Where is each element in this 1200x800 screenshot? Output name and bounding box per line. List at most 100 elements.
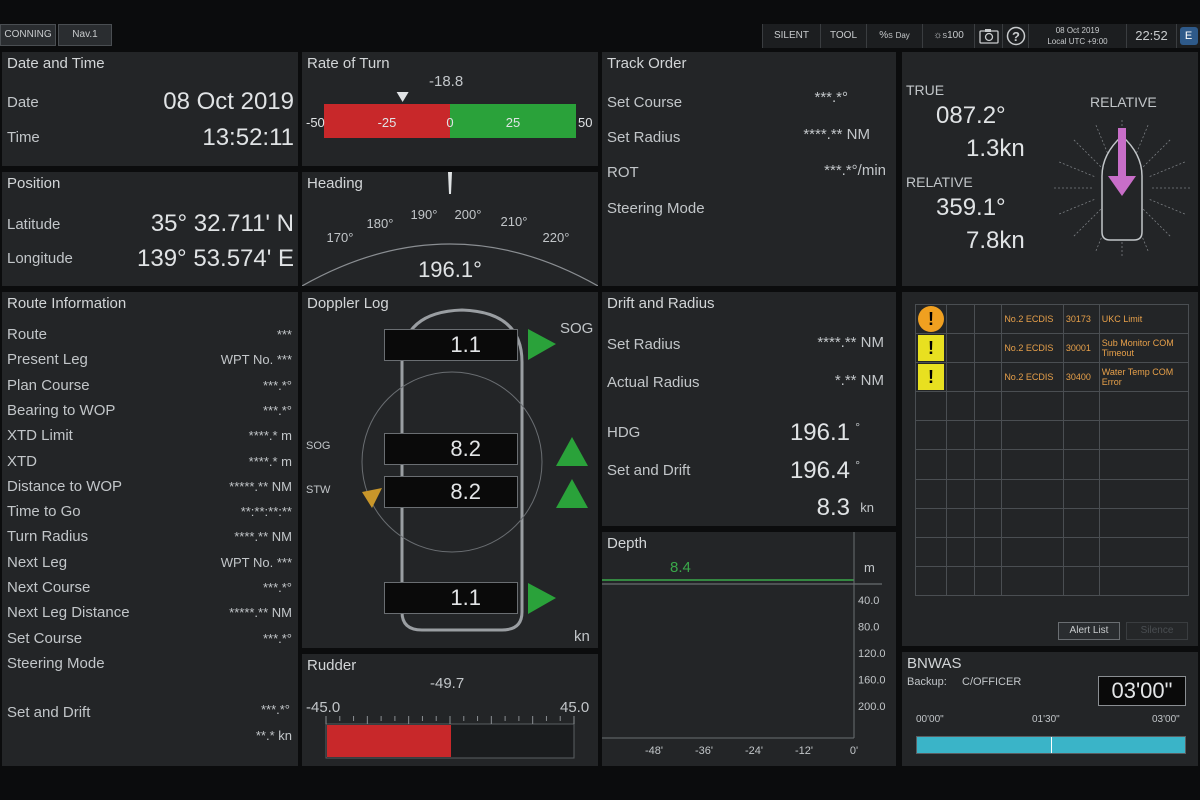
- silence-button[interactable]: Silence: [1126, 622, 1188, 640]
- rot-gauge: -50 50 -25 0 25: [306, 92, 592, 138]
- drift-radius-panel: Drift and Radius Set Radius ****.** NM A…: [602, 292, 896, 526]
- alert-cell: [915, 507, 947, 538]
- bnwas-midline: [1051, 737, 1052, 753]
- sog-value: 8.2: [384, 433, 518, 465]
- backup-label: Backup:: [907, 676, 947, 688]
- route-info-label: Distance to WOP: [7, 477, 123, 495]
- track-label: Set Course: [607, 94, 683, 111]
- time-value: 13:52:11: [202, 124, 294, 151]
- alert-row[interactable]: ! No.2 ECDIS 30001 Sub Monitor COM Timeout: [915, 333, 1190, 364]
- alert-cell: [1098, 507, 1190, 538]
- stw-arrow-up-icon: [556, 479, 588, 508]
- wind-ray: [1073, 139, 1102, 168]
- alert-cell: [973, 333, 1003, 364]
- hdg-unit: °: [855, 420, 860, 434]
- depth-chart: 40.0 80.0 120.0 160.0 200.0 -48' -36' -24' -12'…: [602, 532, 886, 757]
- route-info-label: Steering Mode: [7, 654, 105, 672]
- alert-row[interactable]: [915, 536, 1190, 567]
- depth-y-tick: 120.0: [858, 648, 886, 660]
- alert-cell: [915, 420, 947, 451]
- bnwas-panel: BNWAS Backup: C/OFFICER 03'00" 00'00" 01…: [902, 652, 1198, 766]
- alert-row[interactable]: [915, 391, 1190, 422]
- true-label: TRUE: [906, 82, 945, 98]
- alert-message: UKC Limit: [1098, 303, 1190, 335]
- wind-ray: [1059, 161, 1095, 177]
- sog-side-label: SOG: [306, 440, 331, 452]
- date-label: Date: [7, 94, 39, 111]
- set-drift-dir: ***.*°: [260, 702, 290, 717]
- alert-cell: [915, 478, 947, 509]
- alert-cell: [1001, 420, 1064, 451]
- position-panel: Position Latitude 35° 32.711' N Longitud…: [2, 172, 298, 286]
- alert-code: 30400: [1062, 362, 1100, 393]
- day-night-button[interactable]: %S Day: [866, 24, 922, 48]
- alert-row[interactable]: [915, 449, 1190, 480]
- route-info-label: Plan Course: [7, 376, 90, 394]
- bnwas-scale-start: 00'00": [916, 714, 944, 725]
- heading-panel: Heading 170° 180° 190° 200° 210° 220° 19…: [302, 172, 598, 286]
- stw-value: 8.2: [384, 476, 518, 508]
- set-drift-value: 196.4: [789, 457, 850, 484]
- heading-dial: 170° 180° 190° 200° 210° 220° 196.1°: [302, 172, 598, 286]
- true-speed: 1.3kn: [966, 135, 1025, 162]
- help-button[interactable]: ?: [1002, 24, 1028, 48]
- longitude-value: 139° 53.574' E: [137, 245, 294, 272]
- route-info-value: WPT No. ***: [220, 554, 292, 570]
- alert-row[interactable]: [915, 565, 1190, 597]
- alert-cell: [973, 565, 1003, 597]
- track-label: Set Radius: [607, 129, 681, 146]
- alert-cell: [973, 420, 1003, 451]
- panel-title: BNWAS: [907, 655, 962, 672]
- wind-ray: [1142, 139, 1171, 168]
- route-info-label: Bearing to WOP: [7, 401, 116, 419]
- tab-nav1[interactable]: Nav.1: [58, 24, 112, 46]
- relative-panel: TRUE 087.2° 1.3kn RELATIVE 359.1° 7.8kn …: [902, 52, 1198, 286]
- alert-row[interactable]: [915, 478, 1190, 509]
- alert-row[interactable]: ! No.2 ECDIS 30173 UKC Limit: [915, 303, 1190, 335]
- alert-cell: [1062, 507, 1100, 538]
- alert-row[interactable]: ! No.2 ECDIS 30400 Water Temp COM Error: [915, 362, 1190, 393]
- alert-cell: [1062, 420, 1100, 451]
- clock: 22:52: [1126, 24, 1176, 48]
- camera-button[interactable]: [974, 24, 1002, 48]
- depth-panel: Depth 8.4 m 40.0 80.0 120.0 160.0 200.0 -48'…: [602, 532, 896, 766]
- camera-icon: [978, 29, 999, 44]
- bnwas-progress-track: [916, 736, 1186, 754]
- svg-text:?: ?: [1012, 29, 1020, 44]
- alert-cell: [946, 565, 975, 597]
- sog-label: SOG: [560, 320, 594, 337]
- route-info-value: *****.** NM: [229, 605, 292, 621]
- alert-cell: [946, 478, 975, 509]
- alert-table: ! No.2 ECDIS 30173 UKC Limit! No.2 ECDIS 3000…: [915, 303, 1190, 597]
- alert-row[interactable]: [915, 420, 1190, 451]
- alert-cell: [973, 449, 1003, 480]
- alert-row[interactable]: [915, 507, 1190, 538]
- alert-cell: [946, 333, 975, 364]
- route-info-label: XTD Limit: [7, 427, 73, 445]
- alert-cell: [1001, 391, 1064, 422]
- brightness-button[interactable]: ☼S100: [922, 24, 974, 48]
- date-time-status: 08 Oct 2019 Local UTC +9:00: [1028, 24, 1126, 48]
- tab-conning[interactable]: CONNING: [0, 24, 56, 46]
- route-info-label: Time to Go: [7, 503, 81, 521]
- alert-cell: [1062, 478, 1100, 509]
- rudder-panel: Rudder -49.7 -45.0 45.0: [302, 654, 598, 766]
- alert-cell: [915, 536, 947, 567]
- alert-cell: [973, 391, 1003, 422]
- bow-arrow-right-icon: [528, 329, 556, 360]
- alert-cell: [946, 536, 975, 567]
- alert-list-button[interactable]: Alert List: [1058, 622, 1120, 640]
- alert-cell: [946, 391, 975, 422]
- rot-tick-label: -25: [378, 115, 397, 130]
- heading-tick: 170°: [327, 230, 354, 245]
- longitude-label: Longitude: [7, 250, 73, 267]
- route-info-label: Present Leg: [7, 351, 88, 369]
- route-info-value: ***.*°: [262, 580, 292, 595]
- alert-cell: [973, 536, 1003, 567]
- route-info-value: WPT No. ***: [220, 352, 292, 368]
- wind-ray: [1142, 208, 1171, 237]
- tool-button[interactable]: TOOL: [820, 24, 866, 48]
- silent-button[interactable]: SILENT: [762, 24, 820, 48]
- alert-cell: [973, 362, 1003, 393]
- menu-button[interactable]: E: [1176, 24, 1200, 48]
